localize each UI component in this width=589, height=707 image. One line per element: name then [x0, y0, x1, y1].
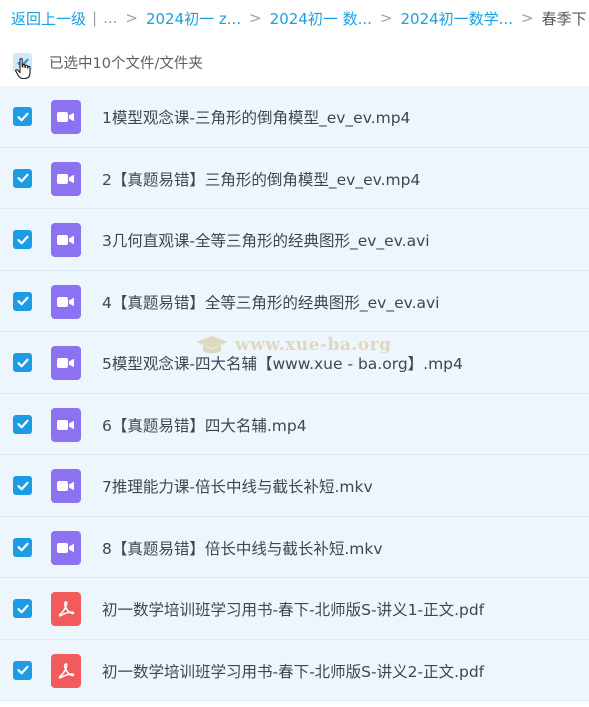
check-icon	[16, 481, 29, 490]
chevron-right-icon: >	[520, 9, 534, 27]
video-file-icon	[51, 100, 81, 134]
file-name[interactable]: 1模型观念课-三角形的倒角模型_ev_ev.mp4	[102, 106, 410, 128]
file-checkbox[interactable]	[13, 353, 32, 372]
select-all-bar: 已选中10个文件/文件夹	[0, 40, 589, 84]
file-row[interactable]: 初一数学培训班学习用书-春下-北师版S-讲义2-正文.pdf	[0, 639, 589, 701]
video-file-icon	[51, 407, 81, 442]
breadcrumb: 返回上一级 | ... > 2024初一 z... > 2024初一 数... …	[0, 0, 589, 36]
file-name[interactable]: 2【真题易错】三角形的倒角模型_ev_ev.mp4	[102, 168, 420, 190]
breadcrumb-item[interactable]: 2024初一 z...	[146, 8, 241, 29]
file-row[interactable]: 6【真题易错】四大名辅.mp4	[0, 393, 589, 455]
breadcrumb-divider: |	[92, 9, 98, 27]
file-checkbox[interactable]	[13, 414, 32, 434]
chevron-right-icon: >	[379, 9, 393, 27]
file-name[interactable]: 5模型观念课-四大名辅【www.xue - ba.org】.mp4	[102, 352, 463, 374]
file-row[interactable]: 2【真题易错】三角形的倒角模型_ev_ev.mp4	[0, 147, 589, 209]
video-file-icon	[51, 530, 81, 565]
video-file-icon	[51, 346, 81, 380]
check-icon	[16, 542, 29, 552]
check-icon	[16, 358, 29, 367]
file-name[interactable]: 初一数学培训班学习用书-春下-北师版S-讲义2-正文.pdf	[102, 660, 484, 682]
file-name[interactable]: 3几何直观课-全等三角形的经典图形_ev_ev.avi	[102, 229, 430, 251]
breadcrumb-current: 春季下	[541, 9, 587, 28]
check-icon	[16, 604, 29, 613]
breadcrumb-item[interactable]: 2024初一 数...	[270, 8, 372, 29]
file-row[interactable]: 5模型观念课-四大名辅【www.xue - ba.org】.mp4	[0, 332, 589, 394]
file-row[interactable]: 1模型观念课-三角形的倒角模型_ev_ev.mp4	[0, 86, 589, 148]
video-file-icon	[51, 223, 81, 257]
file-name[interactable]: 6【真题易错】四大名辅.mp4	[102, 414, 307, 436]
file-name[interactable]: 4【真题易错】全等三角形的经典图形_ev_ev.avi	[102, 291, 439, 313]
file-checkbox[interactable]	[13, 599, 32, 618]
breadcrumb-ellipsis[interactable]: ...	[103, 9, 117, 27]
pdf-file-icon	[51, 592, 81, 626]
video-file-icon	[51, 469, 81, 503]
file-name[interactable]: 8【真题易错】倍长中线与截长补短.mkv	[102, 537, 383, 559]
chevron-right-icon: >	[249, 9, 262, 27]
file-name[interactable]: 7推理能力课-倍长中线与截长补短.mkv	[102, 475, 373, 497]
check-icon	[16, 112, 29, 121]
check-icon	[16, 665, 29, 675]
chevron-right-icon: >	[125, 9, 138, 27]
file-list: 1模型观念课-三角形的倒角模型_ev_ev.mp4 2【真题易错】三角形的倒角模型…	[0, 86, 589, 701]
video-file-icon	[51, 161, 81, 196]
file-name[interactable]: 初一数学培训班学习用书-春下-北师版S-讲义1-正文.pdf	[102, 598, 484, 620]
file-checkbox[interactable]	[13, 168, 32, 188]
file-checkbox[interactable]	[13, 291, 32, 311]
check-icon	[16, 235, 29, 244]
file-checkbox[interactable]	[13, 537, 32, 557]
hand-cursor-icon	[15, 58, 31, 80]
check-icon	[16, 296, 29, 306]
file-row[interactable]: 4【真题易错】全等三角形的经典图形_ev_ev.avi	[0, 270, 589, 332]
file-checkbox[interactable]	[13, 660, 32, 680]
check-icon	[16, 173, 29, 183]
selection-count-label: 已选中10个文件/文件夹	[49, 56, 203, 72]
file-row[interactable]: 8【真题易错】倍长中线与截长补短.mkv	[0, 516, 589, 578]
pdf-file-icon	[51, 653, 81, 688]
file-checkbox[interactable]	[13, 476, 32, 495]
file-row[interactable]: 初一数学培训班学习用书-春下-北师版S-讲义1-正文.pdf	[0, 578, 589, 640]
file-checkbox[interactable]	[13, 230, 32, 249]
file-row[interactable]: 7推理能力课-倍长中线与截长补短.mkv	[0, 455, 589, 517]
breadcrumb-item[interactable]: 2024初一数学...	[401, 8, 513, 29]
video-file-icon	[51, 284, 81, 319]
check-icon	[16, 419, 29, 429]
file-row[interactable]: 3几何直观课-全等三角形的经典图形_ev_ev.avi	[0, 209, 589, 271]
back-link[interactable]: 返回上一级	[11, 8, 86, 29]
file-checkbox[interactable]	[13, 107, 32, 126]
